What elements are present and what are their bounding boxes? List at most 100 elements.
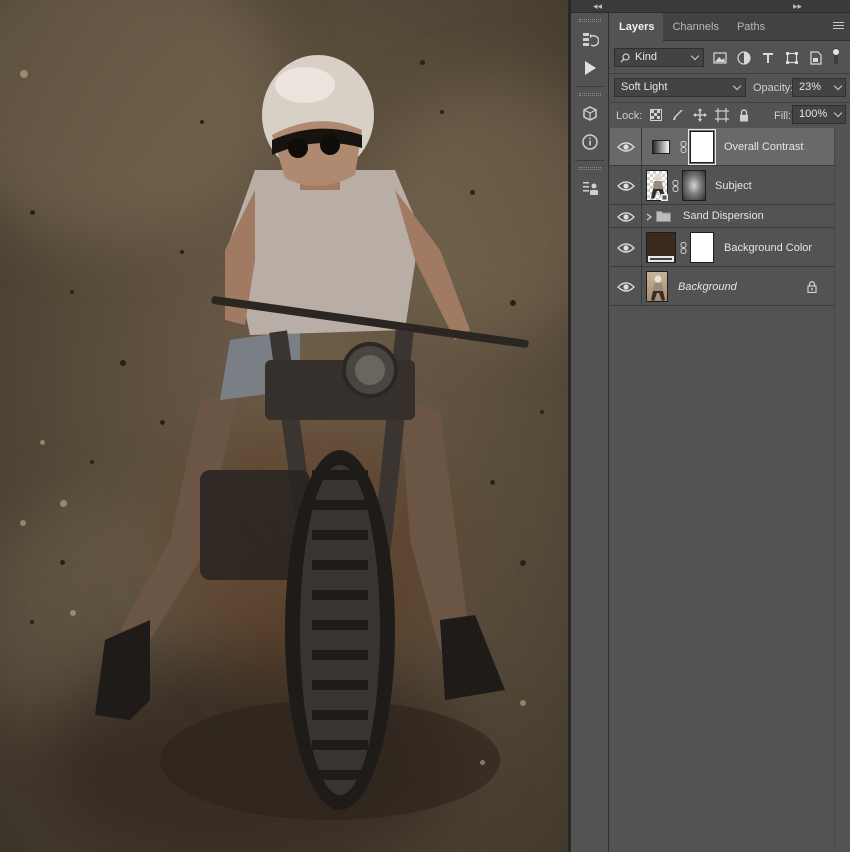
sand-particle [440, 110, 444, 114]
history-panel-button[interactable] [571, 26, 609, 54]
mask-link-icon[interactable] [672, 180, 679, 192]
collapse-panel-icon[interactable]: ▸▸ [793, 1, 802, 12]
sand-particle [510, 300, 516, 306]
dust-highlight [20, 70, 28, 78]
expand-group-chevron-icon[interactable] [646, 213, 652, 221]
layer-background-color[interactable]: Background Color [610, 228, 834, 267]
lock-position-icon[interactable] [690, 106, 710, 124]
dock-grip[interactable] [578, 19, 601, 22]
layer-name[interactable]: Background [678, 281, 737, 293]
sand-particle [160, 420, 165, 425]
sand-particle [200, 120, 204, 124]
search-icon [620, 53, 630, 63]
layer-name[interactable]: Overall Contrast [724, 141, 803, 153]
layer-name[interactable]: Subject [715, 180, 752, 192]
libraries-panel-button[interactable] [571, 100, 609, 128]
layers-scrollbar-track[interactable] [834, 128, 850, 852]
info-panel-button[interactable] [571, 128, 609, 156]
lock-artboard-icon[interactable] [712, 106, 732, 124]
blend-row: Soft Light Opacity: 23% [610, 74, 850, 102]
layer-mask-thumbnail[interactable] [682, 170, 706, 201]
visibility-eye-icon[interactable] [617, 281, 635, 293]
visibility-eye-icon[interactable] [617, 242, 635, 254]
opacity-value: 23% [799, 81, 822, 93]
lock-image-pixels-icon[interactable] [668, 106, 688, 124]
sand-particle [90, 460, 94, 464]
dock-divider [575, 160, 604, 161]
dust-highlight [20, 520, 26, 526]
fill-label: Fill: [774, 110, 792, 122]
tab-paths[interactable]: Paths [728, 13, 774, 41]
layer-mask-thumbnail[interactable] [688, 129, 716, 165]
info-icon [582, 134, 598, 150]
opacity-label: Opacity: [753, 82, 794, 94]
divider [641, 267, 642, 305]
opacity-input[interactable]: 23% [792, 78, 846, 97]
sand-particle [470, 190, 475, 195]
sand-particle [420, 60, 425, 65]
layer-group-sand-dispersion[interactable]: Sand Dispersion [610, 205, 834, 228]
actions-panel-button[interactable] [571, 54, 609, 82]
sand-particle [180, 250, 184, 254]
layer-mask-thumbnail[interactable] [690, 232, 714, 263]
filter-toggle-icon[interactable] [826, 47, 846, 65]
lock-label: Lock: [616, 110, 643, 122]
mask-link-icon[interactable] [680, 242, 687, 254]
gradient-map-adjustment-icon [652, 140, 670, 154]
divider [641, 128, 642, 165]
lock-transparent-pixels-icon[interactable] [646, 106, 666, 124]
divider [641, 166, 642, 204]
blend-mode-dropdown[interactable]: Soft Light [614, 78, 746, 97]
dock-grip[interactable] [578, 167, 601, 170]
dock-grip[interactable] [578, 93, 601, 96]
folder-icon [656, 211, 671, 222]
panel-dock-header: ◂◂ ▸▸ [571, 0, 850, 13]
dust-highlight [40, 440, 45, 445]
background-thumbnail-figure [651, 275, 665, 301]
layer-lock-icon [807, 281, 817, 293]
dust-highlight [60, 500, 67, 507]
dust-highlight [70, 610, 76, 616]
dust-highlight [520, 700, 526, 706]
layer-thumbnail[interactable] [646, 271, 668, 302]
tab-channels[interactable]: Channels [663, 13, 727, 41]
sand-particle [520, 560, 526, 566]
smart-object-badge-icon [661, 194, 668, 201]
layer-overall-contrast[interactable]: Overall Contrast [610, 128, 834, 166]
sand-particle [30, 620, 34, 624]
shape-filter-icon[interactable] [782, 49, 802, 67]
rider-on-motorcycle [95, 55, 529, 820]
sand-particle [30, 210, 35, 215]
layer-subject[interactable]: Subject [610, 166, 834, 205]
sand-particle [70, 290, 74, 294]
smart-object-filter-icon[interactable] [806, 49, 826, 67]
panel-menu-icon[interactable] [833, 22, 844, 32]
panel-tab-bar: Layers Channels Paths [610, 13, 850, 41]
layer-name[interactable]: Background Color [724, 242, 812, 254]
filter-kind-dropdown[interactable]: Kind [614, 48, 704, 67]
fill-layer-badge-icon [648, 256, 674, 262]
cube-icon [583, 106, 597, 121]
collapse-dock-icon[interactable]: ◂◂ [593, 1, 602, 12]
divider [641, 205, 642, 227]
lock-all-icon[interactable] [734, 106, 754, 124]
image-filter-icon[interactable] [710, 49, 730, 67]
collapsed-panel-dock [571, 13, 609, 852]
dust-highlight [480, 760, 485, 765]
visibility-eye-icon[interactable] [617, 211, 635, 223]
layer-name[interactable]: Sand Dispersion [683, 210, 764, 222]
adjustment-filter-icon[interactable] [734, 49, 754, 67]
mask-link-icon[interactable] [680, 141, 687, 153]
sand-particle [490, 480, 495, 485]
tab-layers[interactable]: Layers [610, 13, 664, 41]
layer-background[interactable]: Background [610, 267, 834, 306]
document-canvas[interactable] [0, 0, 568, 852]
visibility-eye-icon[interactable] [617, 180, 635, 192]
fill-value: 100% [799, 108, 828, 120]
fill-input[interactable]: 100% [792, 105, 846, 124]
history-icon [583, 33, 599, 47]
properties-panel-button[interactable] [571, 174, 609, 202]
visibility-eye-icon[interactable] [617, 141, 635, 153]
sand-particle [120, 360, 126, 366]
type-filter-icon[interactable] [758, 49, 778, 67]
